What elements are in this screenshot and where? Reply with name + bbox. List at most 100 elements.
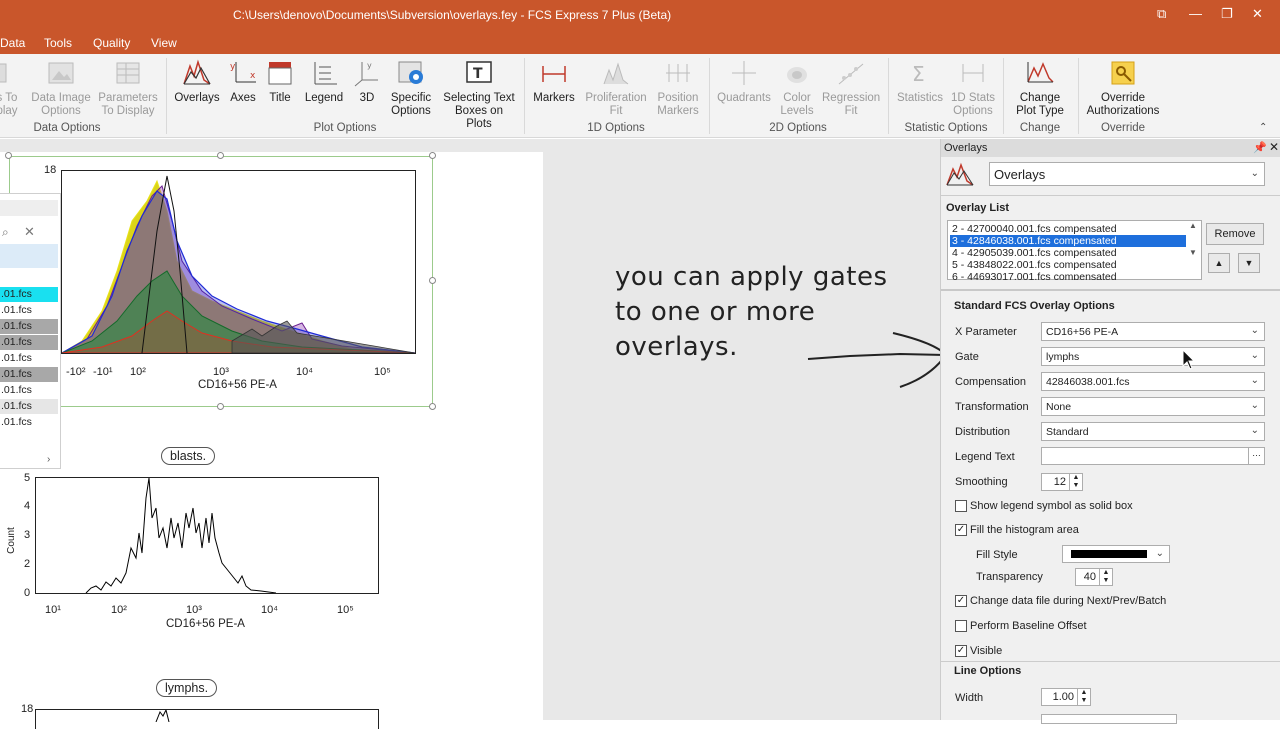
list-item[interactable]: .01.fcs xyxy=(0,287,58,302)
lymphs-histogram xyxy=(155,708,170,723)
restore-icon[interactable]: ⧉ xyxy=(1157,6,1166,22)
list-item[interactable]: .01.fcs xyxy=(0,303,58,318)
list-item[interactable]: .01.fcs xyxy=(0,351,58,366)
collapse-ribbon-icon[interactable]: ⌃ xyxy=(1259,122,1267,133)
fill-style-select[interactable]: ⌄ xyxy=(1062,545,1170,563)
resize-handle[interactable] xyxy=(217,403,224,410)
stepper-arrows[interactable]: ▲ ▼ xyxy=(1069,474,1082,490)
search-icon[interactable]: ⌕ xyxy=(2,225,9,240)
y-tick: 2 xyxy=(24,558,31,570)
x-parameter-select[interactable]: CD16+56 PE-A ⌄ xyxy=(1041,322,1265,341)
ribbon: s To play Data Image Options Parameters … xyxy=(0,54,1280,138)
lymphs-plot-area xyxy=(35,708,379,729)
ribbon-label: Override Authorizations xyxy=(1086,92,1160,117)
options-category-select[interactable]: Overlays ⌄ xyxy=(989,162,1265,186)
ribbon-markers[interactable]: Markers xyxy=(532,58,576,105)
resize-handle[interactable] xyxy=(429,403,436,410)
y-tick: 0 xyxy=(24,587,31,599)
ribbon-1d-stats-options[interactable]: 1D Stats Options xyxy=(950,58,996,118)
ribbon-axes[interactable]: yx Axes xyxy=(226,58,260,105)
options-category-value: Overlays xyxy=(994,167,1046,182)
close-icon[interactable]: ✕ xyxy=(24,224,35,240)
smoothing-stepper[interactable]: 12 ▲ ▼ xyxy=(1041,473,1083,491)
resize-handle[interactable] xyxy=(5,152,12,159)
overlay-list-item[interactable]: 2 - 42700040.001.fcs compensated xyxy=(950,223,1186,235)
gate-label-lymphs[interactable]: lymphs. xyxy=(156,679,218,697)
list-scrollbar[interactable]: ▲ ▼ xyxy=(1187,221,1199,279)
legend-text-label: Legend Text xyxy=(955,451,1015,463)
ribbon-override-authorizations[interactable]: Override Authorizations xyxy=(1084,58,1162,118)
remove-button[interactable]: Remove xyxy=(1206,223,1264,245)
list-item[interactable]: .01.fcs xyxy=(0,415,58,430)
svg-text:x: x xyxy=(250,71,256,81)
resize-handle[interactable] xyxy=(217,152,224,159)
transformation-label: Transformation xyxy=(955,401,1029,413)
resize-handle[interactable] xyxy=(429,152,436,159)
ribbon-position-markers[interactable]: Position Markers xyxy=(654,58,702,118)
close-icon[interactable]: ✕ xyxy=(1269,140,1279,154)
ribbon-parameters-to-display[interactable]: Parameters To Display xyxy=(98,58,158,118)
change-data-checkbox[interactable]: ✓ xyxy=(955,595,967,607)
overlay-list-item[interactable]: 5 - 43848022.001.fcs compensated xyxy=(950,259,1186,271)
compensation-select[interactable]: 42846038.001.fcs ⌄ xyxy=(1041,372,1265,391)
ribbon-quadrants[interactable]: Quadrants xyxy=(716,58,772,105)
fill-histogram-checkbox[interactable]: ✓ xyxy=(955,524,967,536)
ribbon-selecting-text-boxes[interactable]: T Selecting Text Boxes on Plots xyxy=(442,58,516,131)
maximize-icon[interactable]: ❐ xyxy=(1221,6,1233,22)
overlay-list[interactable]: 2 - 42700040.001.fcs compensated 3 - 428… xyxy=(947,220,1202,280)
menu-quality[interactable]: Quality xyxy=(93,36,130,50)
ribbon-separator xyxy=(709,58,710,134)
compensation-value: 42846038.001.fcs xyxy=(1046,376,1130,388)
ribbon-proliferation-fit[interactable]: Proliferation Fit xyxy=(584,58,648,118)
move-down-button[interactable]: ▼ xyxy=(1238,253,1260,273)
ribbon-data-image-options[interactable]: Data Image Options xyxy=(30,58,92,118)
ribbon-separator xyxy=(1003,58,1004,134)
ribbon-regression-fit[interactable]: Regression Fit xyxy=(822,58,880,118)
pin-icon[interactable]: 📌 xyxy=(1253,141,1267,154)
group-override: Override xyxy=(1100,122,1146,134)
legend-text-input[interactable]: … xyxy=(1041,447,1265,465)
ribbon-separator xyxy=(524,58,525,134)
resize-handle[interactable] xyxy=(429,277,436,284)
list-item[interactable]: .01.fcs xyxy=(0,383,58,398)
line-style-select[interactable] xyxy=(1041,714,1177,724)
transparency-stepper[interactable]: 40 ▲ ▼ xyxy=(1075,568,1113,586)
ribbon-title[interactable]: Title xyxy=(264,58,296,105)
ribbon-display[interactable]: s To play xyxy=(0,58,22,118)
standard-options-title: Standard FCS Overlay Options xyxy=(954,300,1115,312)
ribbon-specific-options[interactable]: Specific Options xyxy=(388,58,434,118)
overlay-list-item[interactable]: 4 - 42905039.001.fcs compensated xyxy=(950,247,1186,259)
stepper-arrows[interactable]: ▲ ▼ xyxy=(1099,569,1112,585)
list-item[interactable]: .01.fcs xyxy=(0,335,58,350)
window-title: C:\Users\denovo\Documents\Subversion\ove… xyxy=(233,8,672,22)
ribbon-statistics[interactable]: Σ Statistics xyxy=(894,58,946,105)
menu-tools[interactable]: Tools xyxy=(44,36,72,50)
ribbon-3d[interactable]: y 3D xyxy=(352,58,382,105)
ribbon-legend[interactable]: Legend xyxy=(302,58,346,105)
list-item[interactable]: .01.fcs xyxy=(0,399,58,414)
minimize-icon[interactable]: — xyxy=(1189,6,1202,21)
stepper-arrows[interactable]: ▲ ▼ xyxy=(1077,689,1090,705)
distribution-select[interactable]: Standard ⌄ xyxy=(1041,422,1265,441)
move-up-button[interactable]: ▲ xyxy=(1208,253,1230,273)
gate-label-blasts[interactable]: blasts. xyxy=(161,447,216,465)
scroll-right-icon[interactable]: › xyxy=(47,454,50,465)
ribbon-overlays[interactable]: Overlays xyxy=(174,58,220,105)
ribbon-change-plot-type[interactable]: Change Plot Type xyxy=(1010,58,1070,118)
menu-view[interactable]: View xyxy=(151,36,177,50)
list-item[interactable]: .01.fcs xyxy=(0,319,58,334)
ribbon-color-levels[interactable]: Color Levels xyxy=(776,58,818,118)
transformation-select[interactable]: None ⌄ xyxy=(1041,397,1265,416)
baseline-checkbox[interactable] xyxy=(955,620,967,632)
menu-data[interactable]: Data xyxy=(0,36,25,50)
ellipsis-button[interactable]: … xyxy=(1248,448,1264,464)
overlay-list-item[interactable]: 6 - 44693017.001.fcs compensated xyxy=(950,271,1186,280)
close-icon[interactable]: ✕ xyxy=(1252,6,1263,22)
overlay-list-item-selected[interactable]: 3 - 42846038.001.fcs compensated xyxy=(950,235,1186,247)
show-legend-label: Show legend symbol as solid box xyxy=(970,500,1133,512)
gate-select[interactable]: lymphs ⌄ xyxy=(1041,347,1265,366)
list-item[interactable]: .01.fcs xyxy=(0,367,58,382)
visible-checkbox[interactable]: ✓ xyxy=(955,645,967,657)
show-legend-checkbox[interactable] xyxy=(955,500,967,512)
width-stepper[interactable]: 1.00 ▲ ▼ xyxy=(1041,688,1091,706)
